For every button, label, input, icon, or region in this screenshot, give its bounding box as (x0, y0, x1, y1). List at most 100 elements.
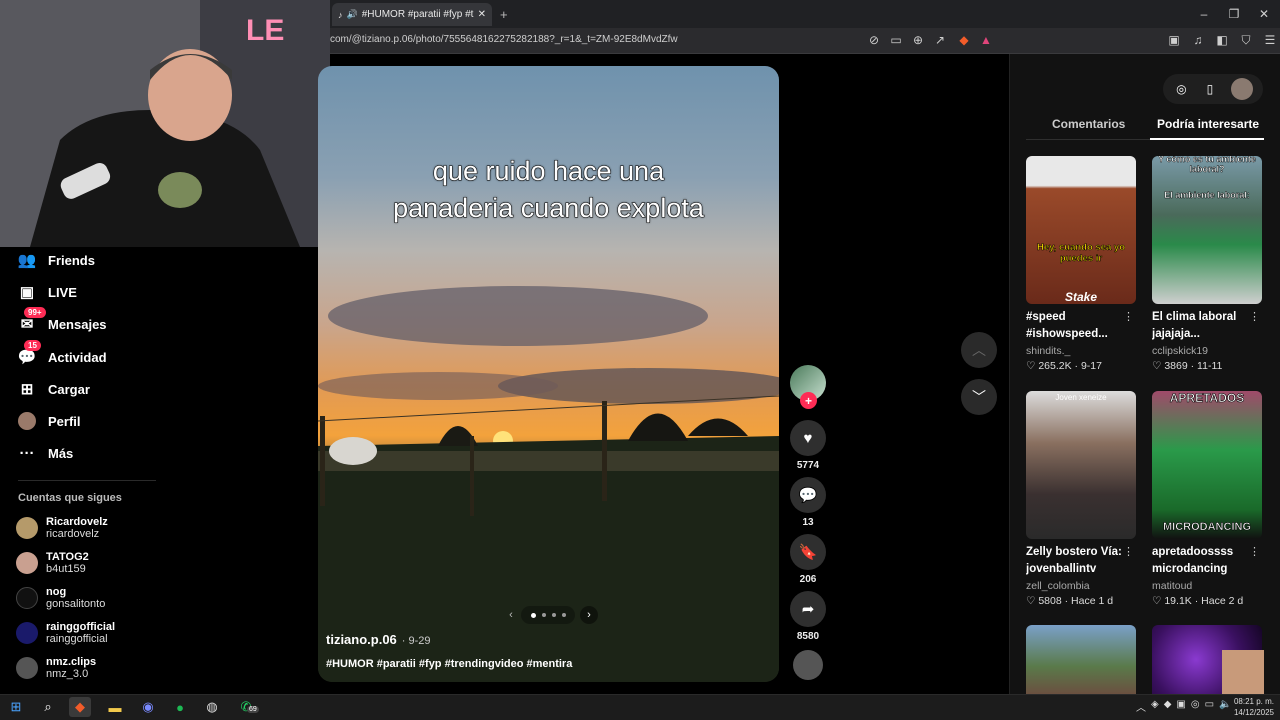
live-icon: ▣ (19, 284, 35, 301)
close-window-icon[interactable]: ✕ (1256, 6, 1272, 22)
cast-icon[interactable]: ▭ (888, 32, 904, 48)
more-options-icon[interactable]: ⋮ (1249, 545, 1260, 558)
suggested-video-thumbnail-partial[interactable] (1026, 625, 1136, 694)
carousel-dot[interactable] (541, 613, 546, 617)
sidebar-item-friends[interactable]: 👥 Friends (18, 248, 95, 272)
previous-post-button[interactable]: ︿ (961, 332, 997, 368)
file-explorer-icon[interactable]: ▬ (104, 697, 126, 717)
card-title: apretadoossss microdancing 🎶... (1152, 546, 1234, 575)
carousel-dot[interactable] (551, 613, 556, 617)
network-icon[interactable]: ▭ (1205, 699, 1214, 714)
following-account[interactable]: nmz.clips nmz_3.0 (16, 651, 96, 685)
sidebar-divider (18, 480, 156, 481)
suggested-video-card[interactable]: Hey, cuando sea yo puedes ir Stake ⋮ #sp… (1026, 156, 1136, 372)
media-icon[interactable]: ♫ (1190, 32, 1206, 48)
share-button[interactable]: ➦ (790, 591, 826, 627)
account-handle: b4ut159 (46, 563, 86, 575)
tray-chevron-icon[interactable]: ︿ (1136, 699, 1146, 714)
clock[interactable]: 08:21 p. m. 14/12/2025 (1228, 696, 1274, 718)
carousel-next-icon[interactable]: › (580, 606, 598, 624)
following-account[interactable]: Ricardovelz ricardovelz (16, 511, 108, 545)
new-tab-button[interactable]: + (500, 7, 508, 22)
thumbnail-sub-text: MICRODANCING (1163, 521, 1252, 534)
svg-text:LE: LE (246, 14, 284, 47)
avatar (16, 517, 38, 539)
card-likes: 19.1K (1164, 595, 1192, 607)
more-options-icon[interactable]: ⋮ (1249, 310, 1260, 323)
menu-icon[interactable]: ☰ (1262, 32, 1278, 48)
account-name: Ricardovelz (46, 516, 108, 528)
suggested-video-card[interactable]: APRETADOS MICRODANCING ⋮ apretadoossss m… (1152, 391, 1262, 607)
like-button[interactable]: ♥ (790, 420, 826, 456)
sidebar-item-live[interactable]: ▣ LIVE (18, 280, 77, 304)
suggested-video-card[interactable]: Y cómo es tu ambiente laboral? El ambien… (1152, 156, 1262, 372)
zoom-icon[interactable]: ⊕ (910, 32, 926, 48)
brave-rewards-icon[interactable]: ▲ (978, 32, 994, 48)
following-account[interactable]: TATOG2 b4ut159 (16, 546, 89, 580)
search-icon[interactable]: ⌕ (37, 697, 59, 717)
sidebar-item-mas[interactable]: ··· Más (18, 441, 74, 465)
tab-title: #HUMOR #paratii #fyp #trendi (361, 9, 474, 20)
post-hashtags[interactable]: #HUMOR #paratii #fyp #trendingvideo #men… (326, 658, 572, 670)
comment-button[interactable]: 💬 (790, 477, 826, 513)
follow-plus-icon[interactable]: + (800, 392, 817, 409)
tray-app-icon[interactable]: ▣ (1176, 699, 1185, 714)
compass-icon[interactable]: ◎ (1173, 81, 1189, 97)
sidebar-item-label: Cargar (48, 381, 90, 397)
tray-app-icon[interactable]: ◎ (1191, 699, 1200, 714)
phone-icon[interactable]: ▯ (1202, 81, 1218, 97)
upload-icon: ⊞ (20, 381, 34, 398)
thumbnail-overlay-text: APRETADOS (1169, 391, 1245, 405)
share-count: 8580 (796, 631, 820, 642)
carousel-prev-icon[interactable]: ‹ (500, 606, 522, 624)
video-thumbnail: APRETADOS MICRODANCING (1152, 391, 1262, 539)
start-button-icon[interactable]: ⊞ (5, 697, 27, 717)
sidebar-item-mensajes[interactable]: ✉ 99+ Mensajes (18, 307, 107, 336)
post-author[interactable]: tiziano.p.06 (326, 632, 397, 647)
maximize-icon[interactable]: ❐ (1226, 6, 1242, 22)
following-account[interactable]: rainggofficial rainggofficial (16, 616, 115, 650)
account-handle: nmz_3.0 (46, 668, 89, 680)
more-options-icon[interactable]: ⋮ (1123, 310, 1134, 323)
following-account[interactable]: nog gonsalitonto (16, 581, 105, 615)
more-options-icon[interactable]: ⋮ (1123, 545, 1134, 558)
next-post-button[interactable]: ﹀ (961, 379, 997, 415)
tray-app-icon[interactable]: ◆ (1164, 699, 1172, 714)
browser-tab[interactable]: ♪ 🔊 #HUMOR #paratii #fyp #trendi ✕ (332, 3, 492, 26)
account-handle: gonsalitonto (46, 598, 106, 610)
vpn-shield-icon[interactable]: ⛉ (1238, 32, 1254, 48)
bookmark-icon: 🔖 (798, 544, 818, 561)
sidebar-item-perfil[interactable]: Perfil (18, 409, 81, 433)
account-handle: ricardovelz (46, 528, 100, 540)
no-translate-icon[interactable]: ⊘ (866, 32, 882, 48)
split-view-icon[interactable]: ◧ (1214, 32, 1230, 48)
sidebar-toggle-icon[interactable]: ▣ (1166, 32, 1182, 48)
brave-browser-icon[interactable]: ◆ (69, 697, 91, 717)
tab-comentarios[interactable]: Comentarios (1052, 117, 1125, 131)
brave-shields-icon[interactable]: ◆ (956, 32, 972, 48)
carousel-dot-active[interactable] (530, 612, 536, 618)
heart-outline-icon: ♡ (1026, 360, 1036, 372)
sidebar-item-cargar[interactable]: ⊞ Cargar (18, 377, 90, 401)
sidebar-item-actividad[interactable]: 💬 15 Actividad (18, 340, 107, 369)
messages-icon: ✉ 99+ (18, 307, 46, 333)
sidebar-item-label: Perfil (48, 413, 81, 429)
music-disc-icon[interactable] (793, 650, 823, 680)
webcam-overlay: LE (0, 0, 330, 247)
share-icon[interactable]: ↗ (932, 32, 948, 48)
taskbar (0, 694, 1280, 720)
minimize-icon[interactable]: – (1196, 6, 1212, 22)
spotify-icon[interactable]: ● (169, 697, 191, 717)
carousel-dot[interactable] (561, 613, 566, 617)
tab-podria-interesarte[interactable]: Podría interesarte (1157, 117, 1259, 131)
url-field[interactable]: com/@tiziano.p.06/photo/7555648162275282… (330, 34, 678, 45)
close-tab-icon[interactable]: ✕ (478, 9, 486, 20)
photo-post[interactable]: que ruido hace una panaderia cuando expl… (318, 66, 779, 682)
obs-icon[interactable]: ◍ (201, 697, 223, 717)
user-avatar[interactable] (1230, 78, 1253, 100)
suggested-video-card[interactable]: Joven xeneize ⋮ Zelly bostero Vía: joven… (1026, 391, 1136, 607)
save-button[interactable]: 🔖 (790, 534, 826, 570)
tray-app-icon[interactable]: ◈ (1151, 699, 1159, 714)
audio-icon: 🔊 (346, 9, 358, 19)
discord-icon[interactable]: ◉ (137, 697, 159, 717)
